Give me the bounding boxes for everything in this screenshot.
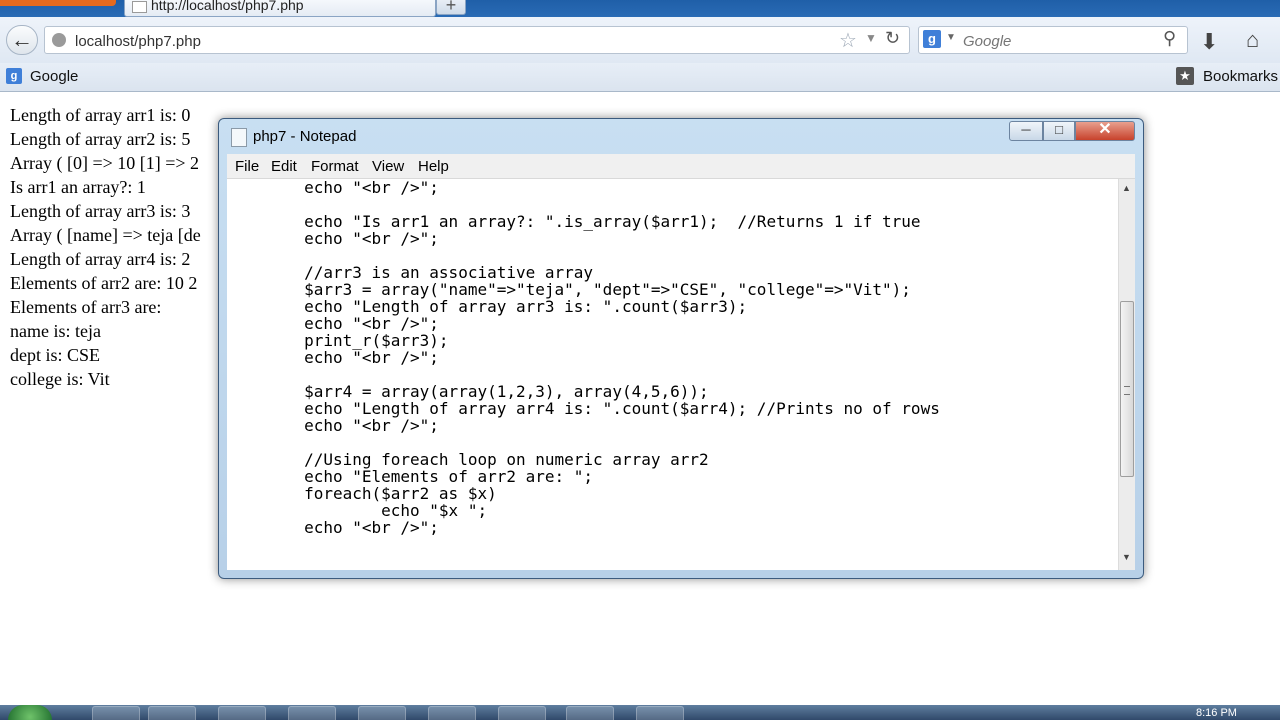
firefox-menu-button[interactable]	[0, 0, 116, 6]
page-content: Length of array arr1 is: 0 Length of arr…	[10, 103, 201, 391]
taskbar-app-recorder[interactable]	[636, 706, 684, 720]
scroll-up-arrow-icon[interactable]: ▲	[1122, 183, 1131, 193]
bookmark-google[interactable]: Google	[30, 68, 78, 85]
output-line: Elements of arr3 are:	[10, 297, 162, 317]
start-button[interactable]	[8, 705, 52, 720]
tab-title: http://localhost/php7.php	[151, 0, 304, 13]
output-line: Array ( [0] => 10 [1] => 2	[10, 153, 200, 173]
back-arrow-icon: ←	[11, 27, 33, 52]
menu-help[interactable]: Help	[418, 158, 449, 175]
output-line: name is: teja	[10, 321, 101, 341]
close-icon: ✕	[1098, 121, 1112, 138]
scroll-down-arrow-icon[interactable]: ▼	[1122, 552, 1131, 562]
globe-icon	[52, 33, 66, 47]
code-text: echo "<br />"; echo "Is arr1 an array?: …	[304, 179, 940, 537]
bookmarks-star-icon: ★	[1176, 67, 1194, 85]
history-dropdown-icon[interactable]: ▼	[865, 31, 877, 45]
bookmarks-toolbar: g Google ★ Bookmarks	[0, 63, 1280, 92]
menu-view[interactable]: View	[372, 158, 404, 175]
output-line: Length of array arr2 is: 5	[10, 129, 191, 149]
taskbar-app-chrome[interactable]	[218, 706, 266, 720]
taskbar-app-notes[interactable]	[566, 706, 614, 720]
minimize-icon: ─	[1021, 122, 1031, 137]
tab-strip: http://localhost/php7.php +	[0, 0, 1280, 17]
google-search-engine-icon[interactable]: g	[923, 30, 941, 48]
menu-edit[interactable]: Edit	[271, 158, 297, 175]
output-line: Is arr1 an array?: 1	[10, 177, 146, 197]
grip-icon	[1124, 386, 1130, 395]
vertical-scrollbar[interactable]: ▲ ▼	[1118, 179, 1135, 570]
text-editor[interactable]: echo "<br />"; echo "Is arr1 an array?: …	[227, 179, 1118, 570]
page-icon	[132, 1, 147, 13]
bookmarks-menu-button[interactable]: Bookmarks	[1203, 68, 1278, 85]
taskbar-app-media-player[interactable]	[92, 706, 140, 720]
notepad-app-icon	[231, 128, 247, 147]
plus-icon: +	[445, 0, 457, 15]
new-tab-button[interactable]: +	[436, 0, 466, 15]
output-line: Length of array arr4 is: 2	[10, 249, 191, 269]
search-engine-dropdown-icon[interactable]: ▼	[946, 32, 956, 43]
taskbar-app-explorer[interactable]	[148, 706, 196, 720]
menu-file[interactable]: File	[235, 158, 259, 175]
address-bar[interactable]: ☆ ▼ ↻	[44, 26, 910, 54]
close-button[interactable]: ✕	[1075, 121, 1135, 141]
url-input[interactable]	[73, 30, 827, 52]
taskbar-app-paint[interactable]	[358, 706, 406, 720]
search-bar[interactable]: g ▼ ⚲	[918, 26, 1188, 54]
search-icon[interactable]: ⚲	[1163, 28, 1176, 49]
navigation-toolbar: ← ☆ ▼ ↻ g ▼ ⚲ ⬇ ⌂	[0, 17, 1280, 63]
reload-icon[interactable]: ↻	[885, 28, 900, 49]
taskbar-app-notepad[interactable]	[498, 706, 546, 720]
output-line: Elements of arr2 are: 10 2	[10, 273, 198, 293]
bookmark-star-icon[interactable]: ☆	[839, 28, 857, 53]
notepad-window[interactable]: php7 - Notepad ─ □ ✕ File Edit Format Vi…	[218, 118, 1144, 579]
back-button[interactable]: ←	[6, 25, 38, 55]
home-icon[interactable]: ⌂	[1246, 27, 1259, 53]
maximize-button[interactable]: □	[1043, 121, 1075, 141]
output-line: dept is: CSE	[10, 345, 101, 365]
output-line: college is: Vit	[10, 369, 110, 389]
minimize-button[interactable]: ─	[1009, 121, 1043, 141]
taskbar: 8:16 PM	[0, 705, 1280, 720]
maximize-icon: □	[1055, 122, 1063, 137]
menu-format[interactable]: Format	[311, 158, 359, 175]
taskbar-app-ie[interactable]	[288, 706, 336, 720]
google-bookmark-icon: g	[6, 68, 22, 84]
browser-tab[interactable]: http://localhost/php7.php	[124, 0, 436, 17]
menu-bar: File Edit Format View Help	[227, 154, 1135, 179]
downloads-icon[interactable]: ⬇	[1200, 29, 1218, 55]
search-input[interactable]	[961, 30, 1155, 52]
scrollbar-thumb[interactable]	[1120, 301, 1134, 477]
output-line: Length of array arr3 is: 3	[10, 201, 191, 221]
output-line: Length of array arr1 is: 0	[10, 105, 191, 125]
clock[interactable]: 8:16 PM	[1196, 707, 1237, 719]
taskbar-app-folder[interactable]	[428, 706, 476, 720]
output-line: Array ( [name] => teja [de	[10, 225, 201, 245]
window-title: php7 - Notepad	[253, 128, 357, 145]
